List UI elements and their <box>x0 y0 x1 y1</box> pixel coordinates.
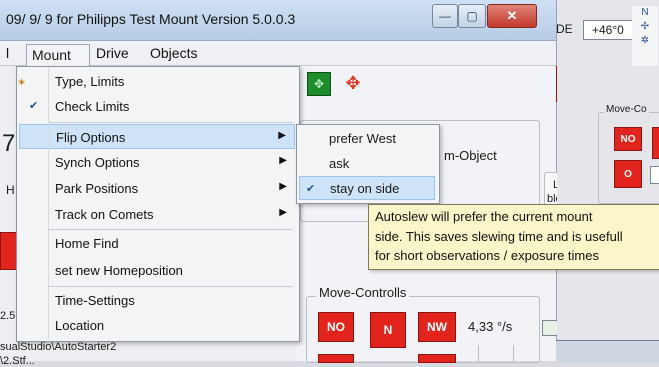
menu-icon-gutter <box>18 67 49 339</box>
window-title: 09/ 9/ 9 for Philipps Test Mount Version… <box>6 11 296 27</box>
menu-item-set-new-homeposition[interactable]: set new Homeposition <box>19 258 295 283</box>
menu-separator <box>49 122 293 123</box>
menu-item-label: Type, Limits <box>55 74 125 89</box>
submenu-arrow-icon: ▶ <box>278 130 286 141</box>
compass-icon: N ✢ ✲ <box>632 6 658 66</box>
path-label: sualStudio\AutoStarter2 <box>0 341 117 353</box>
move-controls-title: Move-Controlls <box>316 285 410 300</box>
move-icon[interactable]: ✥ <box>307 72 331 96</box>
menu-item-check-limits[interactable]: ✔ Check Limits <box>19 94 295 119</box>
menu-item-synch-options[interactable]: Synch Options ▶ <box>19 150 295 175</box>
tooltip: Autoslew will prefer the current mount s… <box>368 204 659 270</box>
submenu-item-ask[interactable]: ask <box>299 152 435 176</box>
menu-drive[interactable]: Drive <box>96 45 129 61</box>
menu-item-track-on-comets[interactable]: Track on Comets ▶ <box>19 202 295 227</box>
tooltip-line-2: side. This saves slewing time and is use… <box>375 229 623 244</box>
submenu-item-stay-on-side[interactable]: ✔ stay on side <box>299 176 435 200</box>
cross-arrows-icon[interactable]: ✥ <box>340 72 366 94</box>
menu-item-label: Home Find <box>55 236 119 251</box>
move-sw-button-partial[interactable] <box>418 354 456 363</box>
submenu-item-label: prefer West <box>329 131 396 146</box>
submenu-item-prefer-west[interactable]: prefer West <box>299 127 435 151</box>
tooltip-line-3: for short observations / exposure times <box>375 248 599 263</box>
close-icon: ✕ <box>506 8 518 23</box>
menu-item-time-settings[interactable]: Time-Settings <box>19 288 295 313</box>
menu-item-home-find[interactable]: Home Find <box>19 231 295 256</box>
menu-item-label: Flip Options <box>56 130 126 145</box>
move-no-label: NO <box>327 320 345 334</box>
move-scrollbar[interactable] <box>478 345 514 361</box>
menu-partial[interactable]: l <box>6 45 9 61</box>
move-controls-right-title: Move-Co <box>604 104 649 115</box>
submenu-arrow-icon: ▶ <box>279 155 287 166</box>
menu-item-label: set new Homeposition <box>55 263 183 278</box>
minimize-icon: — <box>439 9 451 23</box>
goto-object-label: m-Object <box>444 148 497 163</box>
move-n-button[interactable]: N <box>370 312 406 348</box>
menu-item-label: Park Positions <box>55 181 139 196</box>
menu-separator <box>49 286 293 287</box>
submenu-item-label: ask <box>329 156 350 171</box>
menu-item-label: Check Limits <box>55 99 130 114</box>
left-value-label: 2.5 <box>0 310 16 322</box>
flip-options-submenu: prefer West ask ✔ stay on side <box>296 124 440 204</box>
tooltip-line-1: Autoslew will prefer the current mount <box>375 209 593 224</box>
move-s-button-partial[interactable] <box>318 354 354 363</box>
maximize-icon: ▢ <box>466 9 478 23</box>
menu-item-location[interactable]: Location <box>19 313 295 338</box>
right-edge-button-1[interactable] <box>652 127 659 159</box>
menu-item-type-limits[interactable]: ✶ Type, Limits <box>17 69 295 94</box>
mount-menu: ✶ Type, Limits ✔ Check Limits Flip Optio… <box>16 66 300 342</box>
menu-item-park-positions[interactable]: Park Positions ▶ <box>19 176 295 201</box>
menu-separator <box>49 229 293 230</box>
move-controls-right-group <box>598 112 659 204</box>
left-digit: 7 <box>2 130 16 157</box>
maximize-button[interactable]: ▢ <box>458 4 486 28</box>
submenu-item-label: stay on side <box>330 181 400 196</box>
check-icon: ✔ <box>306 183 316 195</box>
move-nw-button[interactable]: NW <box>418 312 456 342</box>
right-no-label: NO <box>620 133 636 145</box>
minimize-button[interactable]: — <box>432 4 458 28</box>
menu-item-label: Track on Comets <box>55 207 154 222</box>
move-no-button[interactable]: NO <box>318 312 354 342</box>
secondary-window-border <box>556 340 659 362</box>
right-o-label: O <box>624 168 632 180</box>
menu-objects[interactable]: Objects <box>150 45 197 61</box>
left-h-label: H <box>6 183 15 197</box>
right-o-button[interactable]: O <box>614 160 642 188</box>
menu-item-label: Time-Settings <box>55 293 135 308</box>
close-button[interactable]: ✕ <box>487 4 537 28</box>
rate-label: 4,33 °/s <box>468 319 513 334</box>
de-label: DE <box>556 22 573 36</box>
de-value-field: +46°0 <box>583 20 633 40</box>
submenu-arrow-icon: ▶ <box>279 181 287 192</box>
menu-item-flip-options[interactable]: Flip Options ▶ <box>19 124 295 149</box>
menu-item-label: Location <box>55 318 105 333</box>
move-n-label: N <box>383 323 393 337</box>
menu-mount-label: Mount <box>32 47 71 63</box>
right-no-button[interactable]: NO <box>614 127 642 151</box>
submenu-arrow-icon: ▶ <box>279 207 287 218</box>
menu-item-label: Synch Options <box>55 155 140 170</box>
path-label-2: \2.Stf... <box>0 355 35 367</box>
move-nw-label: NW <box>427 320 447 334</box>
menu-mount[interactable]: Mount <box>26 44 90 68</box>
right-edge-field[interactable] <box>650 166 659 184</box>
